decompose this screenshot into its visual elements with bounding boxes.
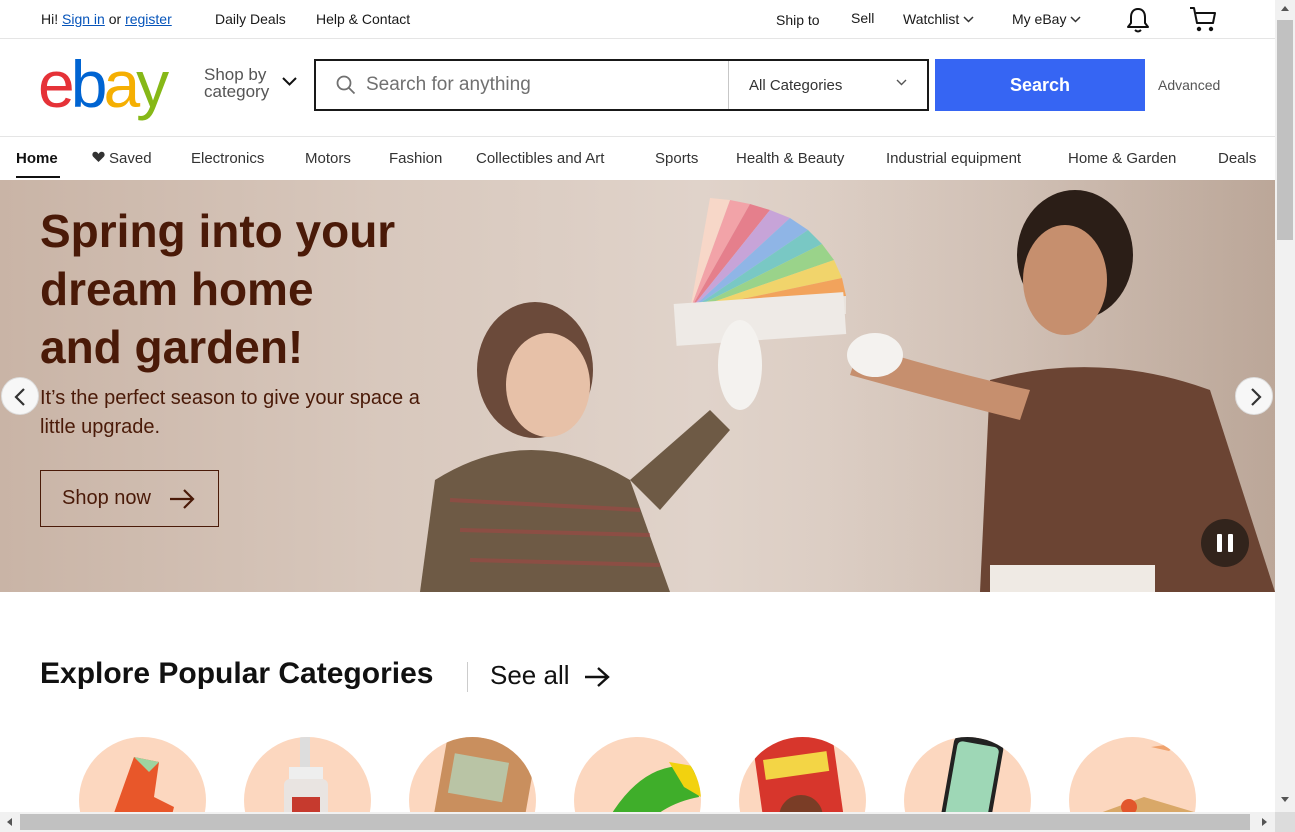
- logo-letter-a: a: [103, 47, 140, 121]
- scroll-up-icon[interactable]: [1280, 5, 1290, 12]
- search-box: All Categories: [314, 59, 929, 111]
- category-select-label: All Categories: [749, 77, 843, 94]
- shop-now-button[interactable]: Shop now: [40, 470, 219, 527]
- horizontal-scrollbar[interactable]: [0, 812, 1275, 832]
- category-nav: Home Saved Electronics Motors Fashion Co…: [0, 137, 1275, 180]
- vertical-scroll-thumb[interactable]: [1277, 20, 1293, 240]
- help-contact-link[interactable]: Help & Contact: [316, 11, 410, 27]
- cart-icon[interactable]: [1188, 5, 1218, 33]
- saved-label: Saved: [109, 150, 152, 167]
- vertical-scrollbar[interactable]: [1275, 0, 1295, 812]
- my-ebay-label: My eBay: [1012, 11, 1067, 27]
- daily-deals-link[interactable]: Daily Deals: [215, 11, 286, 27]
- scroll-down-icon[interactable]: [1280, 796, 1290, 803]
- heart-icon: [92, 151, 105, 162]
- logo-letter-e: e: [38, 47, 75, 121]
- greeting: Hi! Sign in or register: [41, 11, 172, 27]
- hero-subtitle: It’s the perfect season to give your spa…: [40, 387, 420, 438]
- or-text: or: [108, 11, 122, 27]
- chevron-left-icon: [14, 388, 25, 406]
- ship-to-button[interactable]: Ship to: [776, 12, 820, 28]
- nav-item-fashion[interactable]: Fashion: [389, 150, 442, 167]
- next-slide-button[interactable]: [1235, 377, 1273, 415]
- watchlist-label: Watchlist: [903, 11, 960, 27]
- hero-image: [420, 190, 1275, 592]
- category-label: category: [204, 82, 270, 101]
- divider: [467, 662, 468, 692]
- search-icon: [336, 75, 356, 95]
- previous-slide-button[interactable]: [1, 377, 39, 415]
- main-header: ebay Shop by category All Categories Sea…: [0, 39, 1275, 137]
- nav-item-sports[interactable]: Sports: [655, 150, 698, 167]
- advanced-search-link[interactable]: Advanced: [1158, 77, 1220, 93]
- top-utility-bar: Hi! Sign in or register Daily Deals Help…: [0, 0, 1275, 39]
- arrow-right-icon: [170, 489, 195, 509]
- nav-item-home-garden[interactable]: Home & Garden: [1068, 150, 1176, 167]
- nav-item-deals[interactable]: Deals: [1218, 150, 1256, 167]
- nav-item-saved[interactable]: Saved: [92, 150, 152, 167]
- hero-title: Spring into your dream home and garden!: [40, 202, 460, 376]
- chevron-down-icon: [963, 16, 974, 23]
- nav-item-industrial[interactable]: Industrial equipment: [886, 150, 1021, 167]
- explore-title: Explore Popular Categories: [40, 657, 434, 690]
- ebay-logo[interactable]: ebay: [38, 47, 169, 121]
- greeting-text: Hi!: [41, 11, 59, 27]
- nav-item-home[interactable]: Home: [16, 150, 58, 167]
- bell-icon[interactable]: [1125, 6, 1151, 34]
- shop-now-label: Shop now: [62, 487, 151, 509]
- nav-item-electronics[interactable]: Electronics: [191, 150, 264, 167]
- arrow-right-icon[interactable]: [583, 665, 611, 689]
- chevron-down-icon[interactable]: [282, 77, 297, 86]
- nav-item-collectibles[interactable]: Collectibles and Art: [476, 150, 604, 167]
- shop-by-category-button[interactable]: Shop by category: [204, 66, 269, 100]
- shop-by-label: Shop by: [204, 65, 267, 84]
- chevron-down-icon: [896, 79, 907, 86]
- logo-letter-y: y: [136, 47, 169, 121]
- nav-item-motors[interactable]: Motors: [305, 150, 351, 167]
- scroll-left-icon[interactable]: [6, 817, 13, 827]
- my-ebay-menu[interactable]: My eBay: [1012, 11, 1081, 27]
- category-select[interactable]: All Categories: [728, 61, 927, 109]
- chevron-right-icon: [1251, 388, 1262, 406]
- pause-carousel-button[interactable]: [1201, 519, 1249, 567]
- sign-in-link[interactable]: Sign in: [62, 11, 105, 27]
- chevron-down-icon: [1070, 16, 1081, 23]
- hero-title-line: dream home: [40, 263, 314, 315]
- hero-title-line: Spring into your: [40, 205, 396, 257]
- hero-banner[interactable]: Spring into your dream home and garden! …: [0, 180, 1275, 592]
- nav-item-health-beauty[interactable]: Health & Beauty: [736, 150, 844, 167]
- register-link[interactable]: register: [125, 11, 172, 27]
- scroll-right-icon[interactable]: [1261, 817, 1268, 827]
- see-all-link[interactable]: See all: [490, 660, 570, 691]
- logo-letter-b: b: [70, 47, 108, 121]
- search-input[interactable]: [366, 61, 726, 109]
- sell-link[interactable]: Sell: [851, 10, 874, 26]
- watchlist-menu[interactable]: Watchlist: [903, 11, 974, 27]
- hero-title-line: and garden!: [40, 321, 304, 373]
- scrollbar-corner: [1275, 812, 1295, 832]
- active-tab-underline: [16, 176, 60, 178]
- horizontal-scroll-thumb[interactable]: [20, 814, 1250, 830]
- search-button[interactable]: Search: [935, 59, 1145, 111]
